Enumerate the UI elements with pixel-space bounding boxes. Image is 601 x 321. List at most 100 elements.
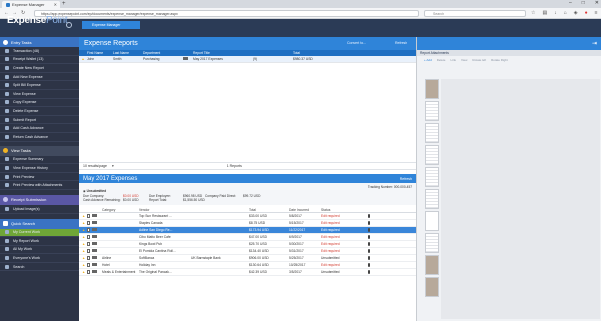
tab-expense-manager[interactable]: Expense Manager [82,21,140,29]
collapse-panel-icon[interactable]: ⇥ [592,40,597,47]
col-header[interactable]: Total [249,208,289,212]
table-row[interactable]: ▲ Staples Canada $8.75 USD 5/15/2017 Edit re… [79,220,416,227]
thumbnail[interactable] [425,211,439,231]
reading-list-icon[interactable]: ▤ [542,10,547,16]
col-header[interactable]: Vendor [139,208,191,212]
col-header[interactable]: First Name [87,51,113,55]
sidebar-item[interactable]: Expense Summary [0,156,79,165]
document-icon [87,256,91,260]
thumbnail[interactable] [425,255,439,275]
thumbnail[interactable] [425,277,439,297]
thumbnail[interactable] [425,101,439,121]
view-attachment-button[interactable]: View [461,58,467,62]
col-header[interactable]: Category [102,208,139,212]
document-icon [87,242,91,246]
attachment-clip-icon[interactable] [361,227,376,233]
detail-refresh-button[interactable]: Refresh [400,177,412,181]
menu-item-icon [5,83,9,88]
col-header[interactable]: Date Incurred [289,208,321,212]
thumbnail[interactable] [425,167,439,187]
close-tab-icon[interactable]: ✕ [54,2,57,7]
sidebar-item[interactable]: Split Bill Expense [0,81,79,90]
thumbnail[interactable] [425,79,439,99]
attachment-viewer[interactable] [441,79,600,319]
attachment-clip-icon[interactable] [361,262,376,268]
thumbnail[interactable] [425,145,439,165]
thumbnail[interactable] [425,123,439,143]
new-tab-button[interactable]: + [62,1,66,7]
sidebar-item[interactable]: Upload Image(s) [0,205,79,214]
browser-search-input[interactable]: Search [424,10,526,17]
col-header[interactable]: Department [143,51,183,55]
sidebar-item[interactable]: Print Preview [0,173,79,182]
delete-attachment-button[interactable]: Delete [437,58,446,62]
attachment-clip-icon[interactable] [361,234,376,240]
close-window-icon[interactable]: ✕ [595,0,599,6]
sidebar-item[interactable]: Delete Expense [0,107,79,116]
sidebar-item[interactable]: All My Work [0,246,79,255]
document-icon [87,221,91,225]
sidebar-item[interactable]: Create New Report [0,64,79,73]
attachment-clip-icon[interactable] [361,248,376,254]
attachment-clip-icon[interactable] [361,269,376,275]
table-row[interactable]: ▲ Kings Bowl Pub $25.70 USD 5/30/2017 Edit r… [79,241,416,248]
table-row[interactable]: ▲ Airline SoftBanca UK Barnstaple Bank $906.… [79,255,416,262]
attachment-clip-icon[interactable] [361,213,376,219]
shield-icon[interactable]: ◈ [574,10,578,16]
sidebar-item[interactable]: My Report Work [0,237,79,246]
settings-gear-icon[interactable] [66,22,72,28]
sidebar-section-quick-search[interactable]: Quick Search [0,218,79,229]
table-row[interactable]: ▲ Top Sun Restaurant ... $33.00 USD 5/8/201… [79,213,416,220]
cash-advance-label: Cash Advance Remaining: [83,197,121,202]
sidebar-item[interactable]: Submit Report [0,116,79,125]
convert-button[interactable]: Convert to... [347,41,366,45]
sidebar-item[interactable]: Return Cash Advance [0,133,79,142]
row-icons: ▲ [79,235,92,239]
link-attachment-button[interactable]: Link [450,58,456,62]
attachment-clip-icon[interactable] [361,220,376,226]
refresh-button[interactable]: Refresh [395,41,407,45]
sidebar-item[interactable]: View Expense [0,90,79,99]
address-bar[interactable]: https://app.expensepoint.com/ep/document… [34,10,419,17]
download-icon[interactable]: ↓ [554,10,557,16]
thumbnail[interactable] [425,233,439,253]
col-header[interactable]: Status [321,208,361,212]
sidebar-section-receipt-submission[interactable]: Receipt Submission [0,194,79,205]
sidebar-item[interactable]: Receipt Wallet (13) [0,56,79,65]
home-icon[interactable]: ⌂ [564,10,567,16]
sidebar-item[interactable]: Search [0,263,79,272]
col-header[interactable]: Total [293,51,323,55]
maximize-icon[interactable]: □ [582,0,585,6]
table-row[interactable]: ▲ El Pomida Cantina Roll... $134.40 USD 5/3… [79,248,416,255]
table-row[interactable]: ▲ Meals & Entertainment The Original Panca… [79,269,416,276]
sidebar-section-entry-tasks[interactable]: Entry Tasks [0,37,79,47]
sidebar-item[interactable]: Add New Expense [0,73,79,82]
sidebar-item[interactable]: View Expense History [0,164,79,173]
rotate-left-button[interactable]: Rotate left [472,58,486,62]
sidebar-item[interactable]: Transaction (48) [0,47,79,56]
sidebar-item[interactable]: Add Cash Advance [0,124,79,133]
thumbnail[interactable] [425,189,439,209]
sidebar-item[interactable]: Print Preview with Attachments [0,181,79,190]
table-row[interactable]: ▲ Adline San Diego Re... $173.94 USD 11/22/… [79,227,416,234]
rotate-right-button[interactable]: Rotate Right [491,58,508,62]
add-attachment-button[interactable]: + Add [424,58,432,62]
sidebar-section-view-tasks[interactable]: View Tasks [0,145,79,156]
attachment-clip-icon[interactable] [361,241,376,247]
sidebar-item[interactable]: Everyone's Work [0,254,79,263]
table-row[interactable]: ▲ Hotel Holiday Inn $130.64 USD 10/25/2017 Ed… [79,262,416,269]
menu-icon[interactable]: ≡ [595,10,598,16]
sidebar-item[interactable]: Copy Expense [0,99,79,108]
bookmark-star-icon[interactable]: ☆ [531,10,535,16]
extension-icon[interactable]: ● [585,10,588,16]
col-header[interactable]: Report Title [193,51,253,55]
table-row[interactable]: ▲ Cibo Matto Beer Cafe $47.00 USD 6/9/2017 E… [79,234,416,241]
table-row[interactable]: ▲ John Smith Purchasing May 2017 Expense… [79,56,416,63]
col-header[interactable]: Last Name [113,51,143,55]
chevron-down-icon[interactable]: ▾ [112,164,114,168]
minimize-icon[interactable]: – [569,0,572,6]
sidebar-item[interactable]: My Current Work [0,228,79,238]
page-size-select[interactable]: 10 results/page [83,164,107,168]
attachment-clip-icon[interactable] [361,255,376,261]
browser-tab[interactable]: Expense Manager ✕ [2,1,60,8]
